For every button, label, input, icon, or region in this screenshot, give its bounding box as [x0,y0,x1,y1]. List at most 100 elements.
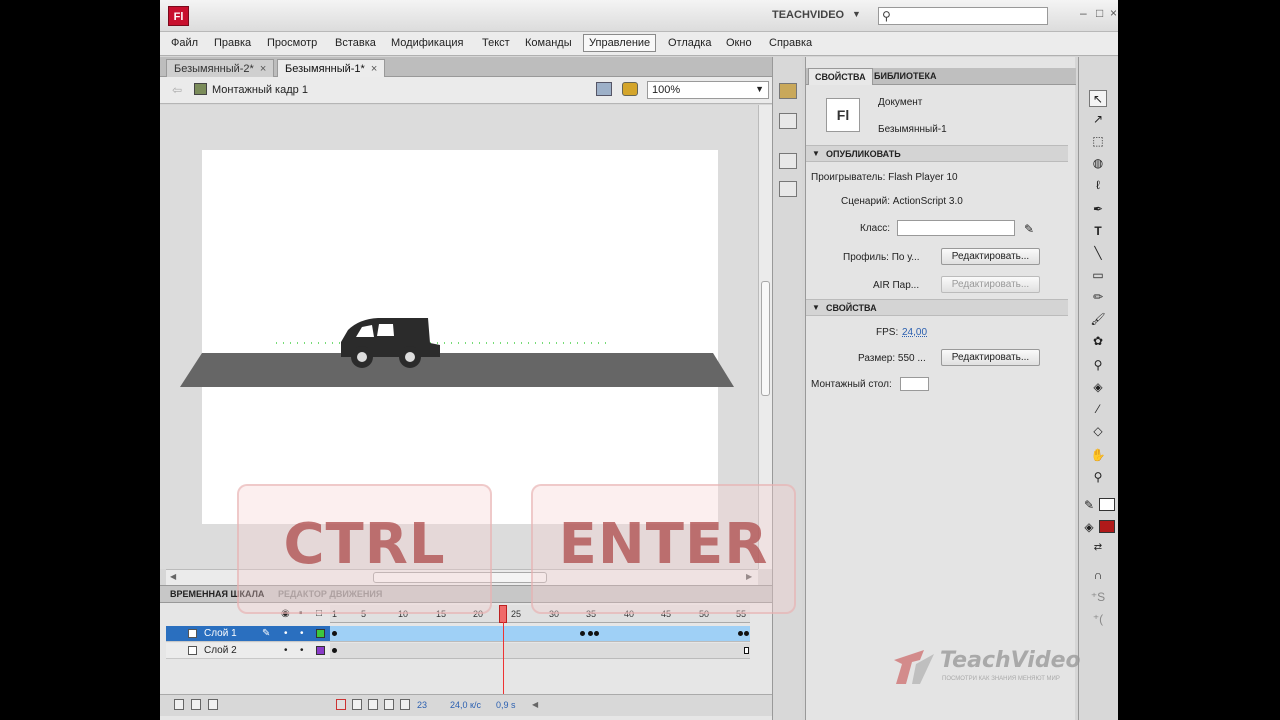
stroke-color-swatch[interactable] [1099,498,1115,511]
layer-header[interactable]: Слой 1 ✎ • • [166,626,330,642]
center-frame-icon[interactable] [336,699,346,710]
transform-icon[interactable] [779,181,797,197]
menu-file[interactable]: Файл [166,36,203,50]
close-icon[interactable]: × [371,63,377,75]
swap-colors-icon[interactable]: ⇄ [1089,539,1107,556]
layer-name[interactable]: Слой 2 [204,645,237,656]
tab-library[interactable]: БИБЛИОТЕКА [868,68,942,85]
playhead[interactable] [499,605,507,623]
pen-tool-icon[interactable]: ✒ [1089,201,1107,218]
profile-edit-button[interactable]: Редактировать... [941,248,1040,265]
text-tool-icon[interactable]: T [1089,223,1107,240]
layer-frames[interactable] [330,643,750,659]
menu-insert[interactable]: Вставка [330,36,381,50]
layer-row[interactable]: Слой 1 ✎ • • [166,626,756,642]
swatches-icon[interactable] [779,113,797,129]
close-icon[interactable]: × [260,63,266,75]
layer-name[interactable]: Слой 1 [204,628,237,639]
scene-label[interactable]: Монтажный кадр 1 [212,84,308,96]
class-field[interactable] [897,220,1015,236]
tab-untitled-1[interactable]: Безымянный-1* × [277,59,386,77]
keyframe[interactable] [332,631,337,636]
lock-dot[interactable]: • [300,628,304,639]
close-icon[interactable]: × [1110,6,1117,20]
trash-icon[interactable] [208,699,218,710]
layer-row[interactable]: Слой 2 • • [166,643,756,659]
keyframe[interactable] [594,631,599,636]
edit-scene-icon[interactable] [596,82,612,96]
keyframe[interactable] [588,631,593,636]
subselection-tool-icon[interactable]: ↗ [1089,111,1107,128]
edit-symbols-icon[interactable] [622,82,638,96]
new-folder-icon[interactable] [191,699,201,710]
hand-tool-icon[interactable]: ✋ [1089,447,1107,464]
layer-header[interactable]: Слой 2 • • [166,643,330,659]
search-input[interactable]: ⚲ [878,7,1048,25]
publish-section[interactable]: ▼ ОПУБЛИКОВАТЬ [806,145,1068,162]
end-frame[interactable] [744,647,749,654]
straighten-icon[interactable]: ⁺( [1089,611,1107,628]
visibility-dot[interactable]: • [284,645,288,656]
deco-tool-icon[interactable]: ✿ [1089,333,1107,350]
new-layer-icon[interactable] [174,699,184,710]
fill-color-swatch[interactable] [1099,520,1115,533]
pencil-icon[interactable]: ✎ [1024,222,1034,236]
edit-multiple-frames-icon[interactable] [384,699,394,710]
menu-modify[interactable]: Модификация [386,36,469,50]
back-arrow-icon[interactable]: ⇦ [172,83,182,97]
brush-tool-icon[interactable]: 🖌 [1089,311,1107,328]
color-panel-icon[interactable] [779,83,797,99]
stroke-color-icon[interactable]: ✎ [1083,497,1095,514]
size-edit-button[interactable]: Редактировать... [941,349,1040,366]
air-edit-button[interactable]: Редактировать... [941,276,1040,293]
tab-untitled-2[interactable]: Безымянный-2* × [166,59,275,77]
maximize-icon[interactable]: □ [1096,6,1103,20]
menu-view[interactable]: Просмотр [262,36,322,50]
free-transform-tool-icon[interactable]: ⬚ [1089,133,1107,150]
zoom-tool-icon[interactable]: ⚲ [1089,469,1107,486]
menu-help[interactable]: Справка [764,36,817,50]
road-shape[interactable] [180,353,734,387]
minimize-icon[interactable]: – [1080,6,1087,20]
menu-commands[interactable]: Команды [520,36,577,50]
keyframe[interactable] [738,631,743,636]
align-icon[interactable] [779,153,797,169]
smooth-icon[interactable]: ⁺S [1089,589,1107,606]
eraser-tool-icon[interactable]: ◇ [1089,423,1107,440]
rectangle-tool-icon[interactable]: ▭ [1089,267,1107,284]
snap-magnet-icon[interactable]: ∩ [1089,567,1107,584]
paint-bucket-tool-icon[interactable]: ◈ [1089,379,1107,396]
line-tool-icon[interactable]: ╲ [1089,245,1107,262]
keyframe[interactable] [332,648,337,653]
fill-color-icon[interactable]: ◈ [1083,519,1095,536]
zoom-select[interactable]: 100% ▼ [647,81,769,99]
fps-value[interactable]: 24,00 [902,327,927,338]
lock-dot[interactable]: • [300,645,304,656]
3d-rotation-tool-icon[interactable]: ◍ [1089,155,1107,172]
layer-color-swatch[interactable] [316,629,325,638]
menu-text[interactable]: Текст [477,36,515,50]
scroll-left-icon[interactable]: ◀ [170,572,176,581]
scroll-thumb[interactable] [761,281,770,396]
onion-outline-icon[interactable] [368,699,378,710]
workspace-switcher[interactable]: TEACHVIDEO [772,9,844,21]
keyframe[interactable] [580,631,585,636]
chevron-down-icon[interactable]: ▼ [852,9,861,19]
menu-window[interactable]: Окно [721,36,757,50]
layer-frames[interactable] [330,626,750,642]
frame-rate[interactable]: 24,0 к/с [450,700,481,710]
visibility-dot[interactable]: • [284,628,288,639]
tab-properties[interactable]: СВОЙСТВА [808,68,873,85]
stage-color-swatch[interactable] [900,377,929,391]
menu-edit[interactable]: Правка [209,36,256,50]
selection-tool-icon[interactable]: ↖ [1089,90,1107,107]
pencil-tool-icon[interactable]: ✏ [1089,289,1107,306]
eyedropper-tool-icon[interactable]: ⁄ [1089,401,1107,418]
lasso-tool-icon[interactable]: ℓ [1089,177,1107,194]
layer-color-swatch[interactable] [316,646,325,655]
onion-skin-icon[interactable] [352,699,362,710]
menu-control[interactable]: Управление [583,34,657,52]
bone-tool-icon[interactable]: ⚲ [1089,357,1107,374]
properties-section[interactable]: ▼ СВОЙСТВА [806,299,1068,316]
menu-debug[interactable]: Отладка [663,36,716,50]
